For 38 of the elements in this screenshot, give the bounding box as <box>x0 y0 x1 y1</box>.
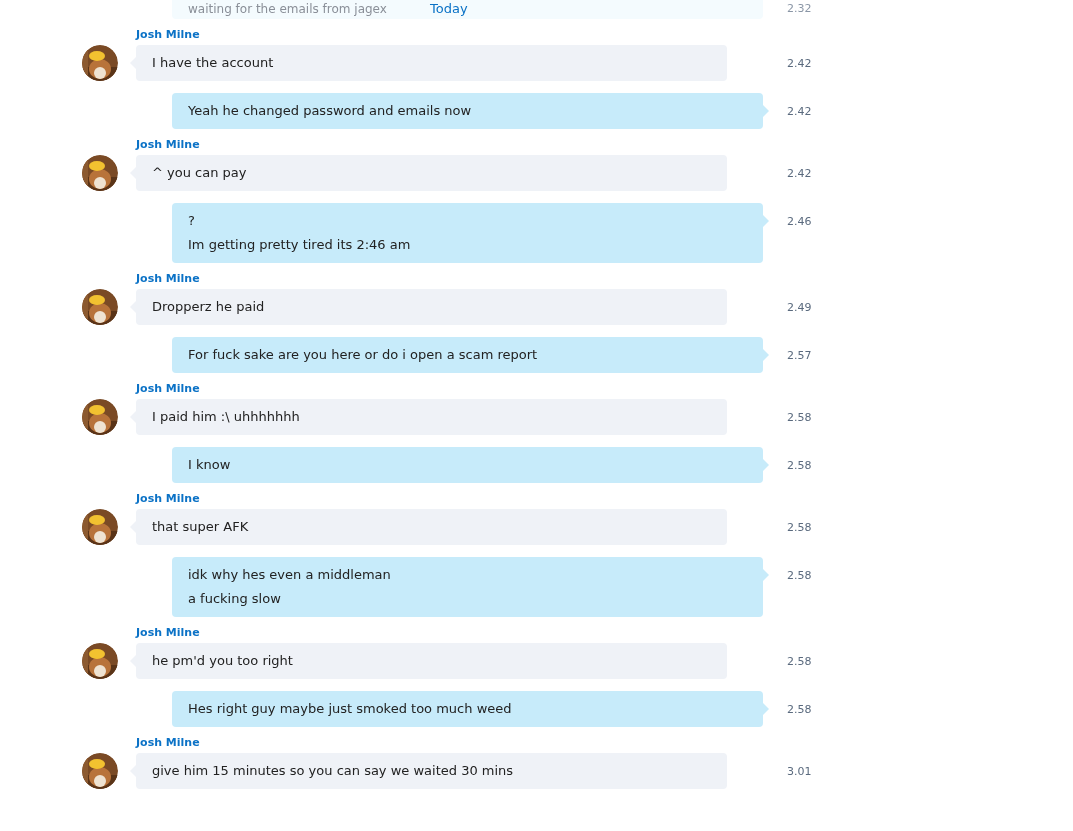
message-text: For fuck sake are you here or do i open a scam report <box>188 346 539 364</box>
message-time: 2.58 <box>787 654 812 670</box>
message-time: 2.42 <box>787 166 812 182</box>
message-time: 2.42 <box>787 56 812 72</box>
sender-name: Josh Milne <box>136 381 201 397</box>
sender-name: Josh Milne <box>136 27 201 43</box>
message-time: 2.58 <box>787 568 812 584</box>
sender-name: Josh Milne <box>136 625 201 641</box>
message-text: a fucking slow <box>188 590 282 608</box>
message-time: 2.42 <box>787 104 812 120</box>
message-text: I paid him :\ uhhhhhhh <box>152 408 301 426</box>
message-text: he pm'd you too right <box>152 652 294 670</box>
message-text: I have the account <box>152 54 275 72</box>
message-text: Hes right guy maybe just smoked too much weed <box>188 700 513 718</box>
message-time: 2.49 <box>787 300 812 316</box>
sender-name: Josh Milne <box>136 735 201 751</box>
date-divider: Today <box>429 0 469 18</box>
sender-name: Josh Milne <box>136 491 201 507</box>
message-text: Im getting pretty tired its 2:46 am <box>188 236 412 254</box>
sender-name: Josh Milne <box>136 271 201 287</box>
message-text: give him 15 minutes so you can say we waited 30 mins <box>152 762 515 780</box>
message-text: waiting for the emails from jagex <box>188 2 387 16</box>
message-text: ? <box>188 212 196 230</box>
message-time: 3.01 <box>787 764 812 780</box>
message-time: 2.46 <box>787 214 812 230</box>
message-time: 2.57 <box>787 348 812 364</box>
message-text: I know <box>188 456 232 474</box>
message-time: 2.58 <box>787 520 812 536</box>
message-text: that super AFK <box>152 518 250 536</box>
message-time: 2.58 <box>787 410 812 426</box>
message-text: ^ you can pay <box>152 164 248 182</box>
message-text: Dropperz he paid <box>152 298 266 316</box>
message-time: 2.32 <box>787 1 812 17</box>
message-time: 2.58 <box>787 702 812 718</box>
message-text: Yeah he changed password and emails now <box>188 102 473 120</box>
message-time: 2.58 <box>787 458 812 474</box>
message-text: idk why hes even a middleman <box>188 566 392 584</box>
sender-name: Josh Milne <box>136 137 201 153</box>
